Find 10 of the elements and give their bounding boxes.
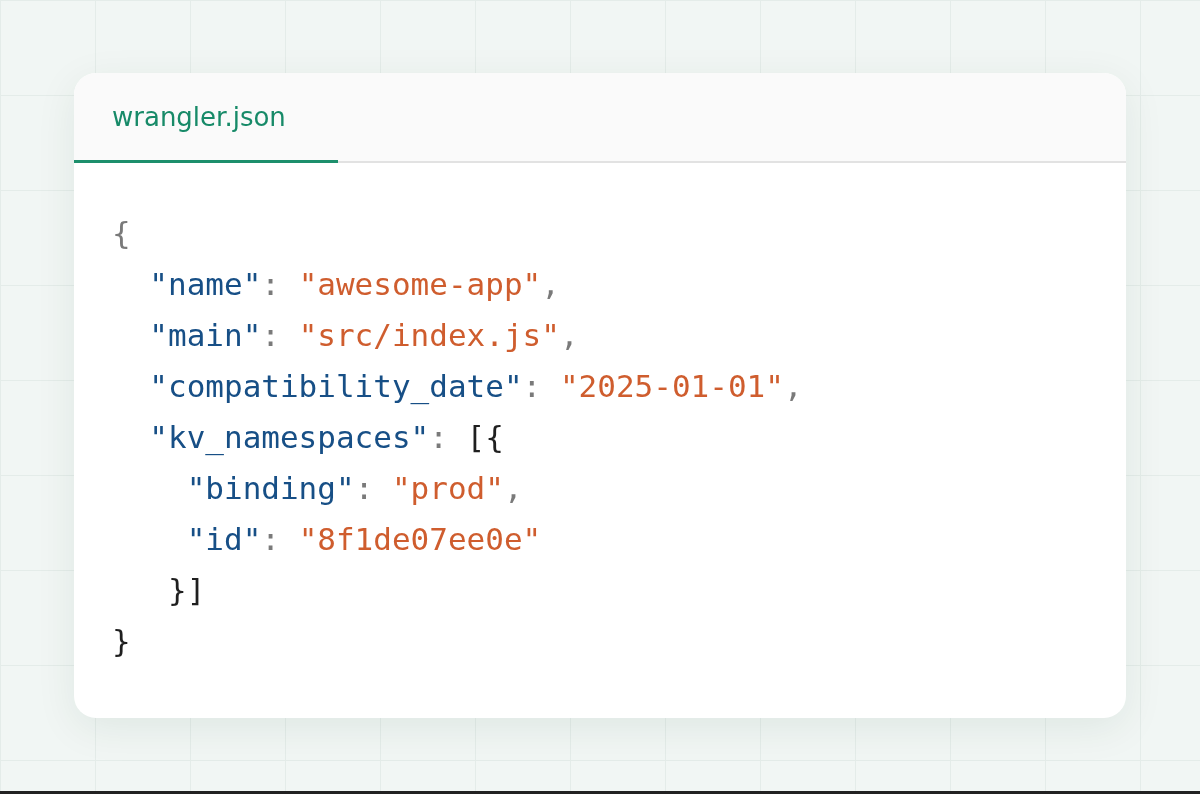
code-line: "kv_namespaces": [{ bbox=[148, 418, 505, 458]
code-line: }] bbox=[167, 571, 207, 610]
code-line: } bbox=[112, 622, 132, 661]
code-line: { bbox=[112, 214, 132, 253]
code-line: "compatibility_date": "2025-01-01", bbox=[148, 367, 804, 407]
code-line: "name": "awesome-app", bbox=[148, 265, 561, 304]
code-line: "binding": "prod", bbox=[185, 469, 524, 508]
file-tab[interactable]: wrangler.json bbox=[74, 73, 338, 163]
code-line: "main": "src/index.js", bbox=[148, 316, 580, 355]
code-line: "id": "8f1de07ee0e" bbox=[185, 520, 543, 559]
